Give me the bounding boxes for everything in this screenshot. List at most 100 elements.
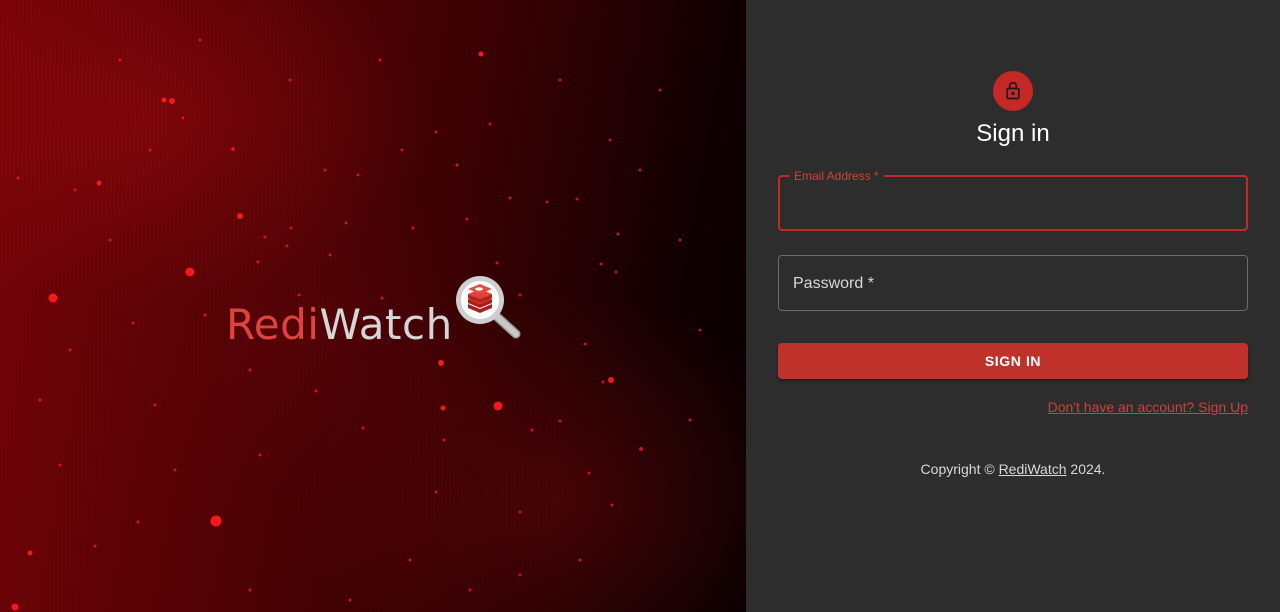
particle-dot [545,200,549,204]
particle-dot [118,58,122,62]
particle-dot [688,418,692,422]
particle-dot [328,253,332,257]
copyright-brand-link[interactable]: RediWatch [999,461,1067,477]
particle-dot [698,328,702,332]
particle-dot [96,180,102,186]
particle-dot [493,401,503,411]
particle-dot [518,510,522,514]
logo-redi: Redi [226,300,320,349]
particle-dot [38,398,42,402]
particle-dot [198,38,202,42]
particle-dot [361,426,365,430]
sign-in-button[interactable]: SIGN IN [778,343,1248,379]
particle-dot [530,428,534,432]
password-field[interactable]: Password * [778,255,1248,311]
particle-dot [678,238,682,242]
particle-dot [93,544,97,548]
particle-dot [455,163,459,167]
particle-dot [587,471,591,475]
particle-dot [608,377,614,383]
lock-avatar [993,71,1033,111]
particle-dot [558,78,562,82]
particle-dot [408,558,412,562]
particle-dot [314,389,318,393]
particle-dot [48,293,58,303]
particle-dot [434,130,438,134]
particle-dot [263,235,267,239]
particle-dot [11,603,19,611]
particle-dot [601,380,605,384]
particle-dot [400,148,404,152]
particle-dot [348,598,352,602]
particle-dot [248,368,252,372]
particle-dot [495,261,499,265]
particle-dot [285,244,289,248]
particle-dot [131,321,135,325]
particle-dot [68,348,72,352]
particle-dot [58,463,62,467]
copyright-prefix: Copyright © [920,461,999,477]
particle-dot [203,313,207,317]
particle-dot [173,468,177,472]
email-label: Email Address * [789,168,884,184]
particle-dot [153,403,157,407]
particle-dot [210,515,222,527]
particle-dot [616,232,620,236]
particle-dot [181,116,185,120]
particle-dot [27,550,33,556]
particle-dot [638,168,642,172]
email-input[interactable] [780,177,1246,229]
particle-dot [378,58,382,62]
particle-dot [237,213,243,219]
particle-dot [442,438,446,442]
particle-dot [608,138,612,142]
particle-dot [440,405,446,411]
sign-in-panel: Sign in Email Address * Password * SIGN … [746,0,1280,612]
particle-dot [323,168,327,172]
particle-dot [465,217,469,221]
particle-dot [356,173,360,177]
particle-dot [185,267,195,277]
hero-panel: RediWatch [0,0,746,612]
particle-dot [438,360,444,366]
particle-dot [575,197,579,201]
particle-dot [108,238,112,242]
particle-dot [289,226,293,230]
particle-dot [658,88,662,92]
logo-wordmark: RediWatch [226,304,453,346]
particle-dot [599,262,603,266]
copyright-text: Copyright © RediWatch 2024. [746,461,1280,477]
particle-dot [136,520,140,524]
particle-dot [148,148,152,152]
magnifier-redis-icon [456,276,521,339]
rediwatch-logo: RediWatch [226,268,526,358]
particle-dot [488,122,492,126]
particle-dot [434,490,438,494]
particle-dot [518,573,522,577]
particle-dot [248,588,252,592]
particle-dot [508,196,512,200]
particle-dot [169,98,175,104]
logo-watch: Watch [319,300,453,349]
particle-dot [411,226,415,230]
particle-dot [16,176,20,180]
particle-dot [161,97,167,103]
particle-dot [639,447,643,451]
lock-icon [1006,81,1020,100]
email-field[interactable]: Email Address * [778,168,1248,231]
particle-dot [558,419,562,423]
page-title: Sign in [976,120,1050,147]
particle-dot [468,588,472,592]
copyright-suffix: 2024. [1066,461,1106,477]
particle-dot [578,558,582,562]
sign-up-link[interactable]: Don't have an account? Sign Up [1048,399,1248,415]
particle-dot [583,342,587,346]
particle-dot [231,147,235,151]
particle-dot [478,51,484,57]
particle-dot [73,188,77,192]
particle-dot [256,260,260,264]
particle-dot [288,78,292,82]
particle-dot [614,270,618,274]
particle-dot [610,503,614,507]
password-input[interactable] [779,256,1247,310]
